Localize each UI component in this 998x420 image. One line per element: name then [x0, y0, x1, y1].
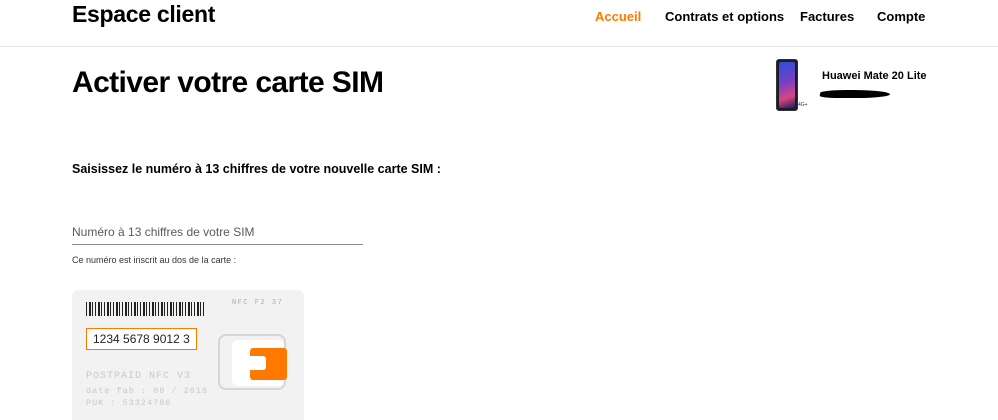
nav-item-contrats-et-options[interactable]: Contrats et options [665, 9, 784, 24]
device-name: Huawei Mate 20 Lite [822, 70, 927, 82]
sim-example-number: 1234 5678 9012 3 [86, 328, 197, 350]
phone-screen [779, 62, 795, 108]
network-badge: 4G+ [798, 102, 808, 108]
page-title: Activer votre carte SIM [72, 66, 384, 99]
card-manufacture-date: date fab : 08 / 2018 [86, 386, 209, 396]
device-summary[interactable]: 4G+ Huawei Mate 20 Lite [774, 59, 927, 113]
brand-title[interactable]: Espace client [72, 0, 215, 28]
nav-item-compte[interactable]: Compte [877, 9, 925, 24]
top-navigation-bar: Espace client Accueil Contrats et option… [0, 0, 998, 47]
card-puk-code: PUK : 53324786 [86, 398, 172, 408]
nav-item-accueil[interactable]: Accueil [595, 9, 641, 24]
nav-item-factures[interactable]: Factures [800, 9, 854, 24]
barcode-icon [86, 302, 206, 316]
sim-number-input[interactable] [72, 220, 363, 245]
smartphone-icon [776, 59, 798, 111]
card-postpaid-label: POSTPAID NFC V3 [86, 371, 192, 382]
nfc-code: NFC F2 37 [232, 299, 284, 307]
sim-chip-notch [250, 356, 266, 370]
sim-number-hint: Ce numéro est inscrit au dos de la carte… [72, 255, 237, 265]
redacted-phone-number [819, 90, 891, 98]
sim-instruction: Saisissez le numéro à 13 chiffres de vot… [72, 162, 441, 176]
